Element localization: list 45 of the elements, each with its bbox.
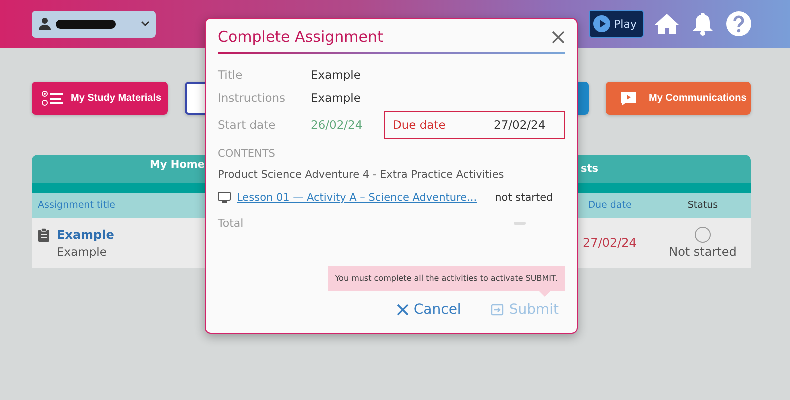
status-text: Not started: [669, 245, 737, 259]
bell-icon[interactable]: [692, 12, 714, 36]
assignment-title[interactable]: Example: [57, 228, 114, 242]
column-header: Due date: [587, 200, 633, 211]
field-label: Start date: [218, 118, 277, 132]
column-header: Status: [686, 200, 720, 211]
start-date: 26/02/24: [311, 118, 364, 132]
activity-link[interactable]: Lesson 01 — Activity A – Science Adventure...: [237, 192, 478, 204]
user-menu[interactable]: [32, 10, 156, 38]
menu-button[interactable]: My Study Materials: [32, 82, 168, 115]
redaction-mark: [56, 20, 116, 28]
play-button[interactable]: Play: [589, 10, 644, 38]
play-icon: [620, 90, 637, 106]
field-label: Instructions: [218, 90, 287, 104]
close-icon: [396, 304, 409, 316]
due-date: 27/02/24: [494, 118, 547, 132]
list-icon: [42, 90, 64, 106]
clipboard-icon: [38, 228, 50, 242]
dialog-title: Complete Assignment: [218, 28, 384, 46]
table-title: My Home: [148, 158, 205, 173]
section-heading: CONTENTS: [218, 148, 276, 160]
field-value: Example: [311, 90, 362, 104]
field-value: Example: [311, 68, 362, 82]
table-title: sts: [581, 162, 599, 177]
field-label: Title: [218, 68, 244, 82]
product-name: Product Science Adventure 4 - Extra Practice Activities: [218, 169, 506, 181]
user-icon: [38, 17, 52, 31]
menu-button[interactable]: My Communications: [606, 82, 751, 115]
due-date: 27/02/24: [582, 236, 638, 250]
home-icon[interactable]: [654, 13, 680, 35]
activity-status: not started: [495, 192, 554, 204]
monitor-icon: [218, 192, 231, 204]
assignment-subtitle: Example: [57, 244, 107, 258]
caret-icon: [141, 21, 150, 27]
close-button[interactable]: [552, 30, 565, 44]
play-icon: [593, 15, 612, 33]
field-label: Due date: [393, 118, 447, 132]
total-label: Total: [218, 217, 244, 230]
tooltip: You must complete all the activities to activate SUBMIT.: [328, 266, 565, 291]
help-icon[interactable]: [726, 11, 752, 37]
tooltip-arrow: [539, 291, 551, 297]
cancel-button[interactable]: Cancel: [396, 302, 462, 318]
submit-icon: [491, 304, 504, 316]
column-header: Assignment title: [37, 200, 117, 211]
status-icon: [695, 227, 711, 243]
